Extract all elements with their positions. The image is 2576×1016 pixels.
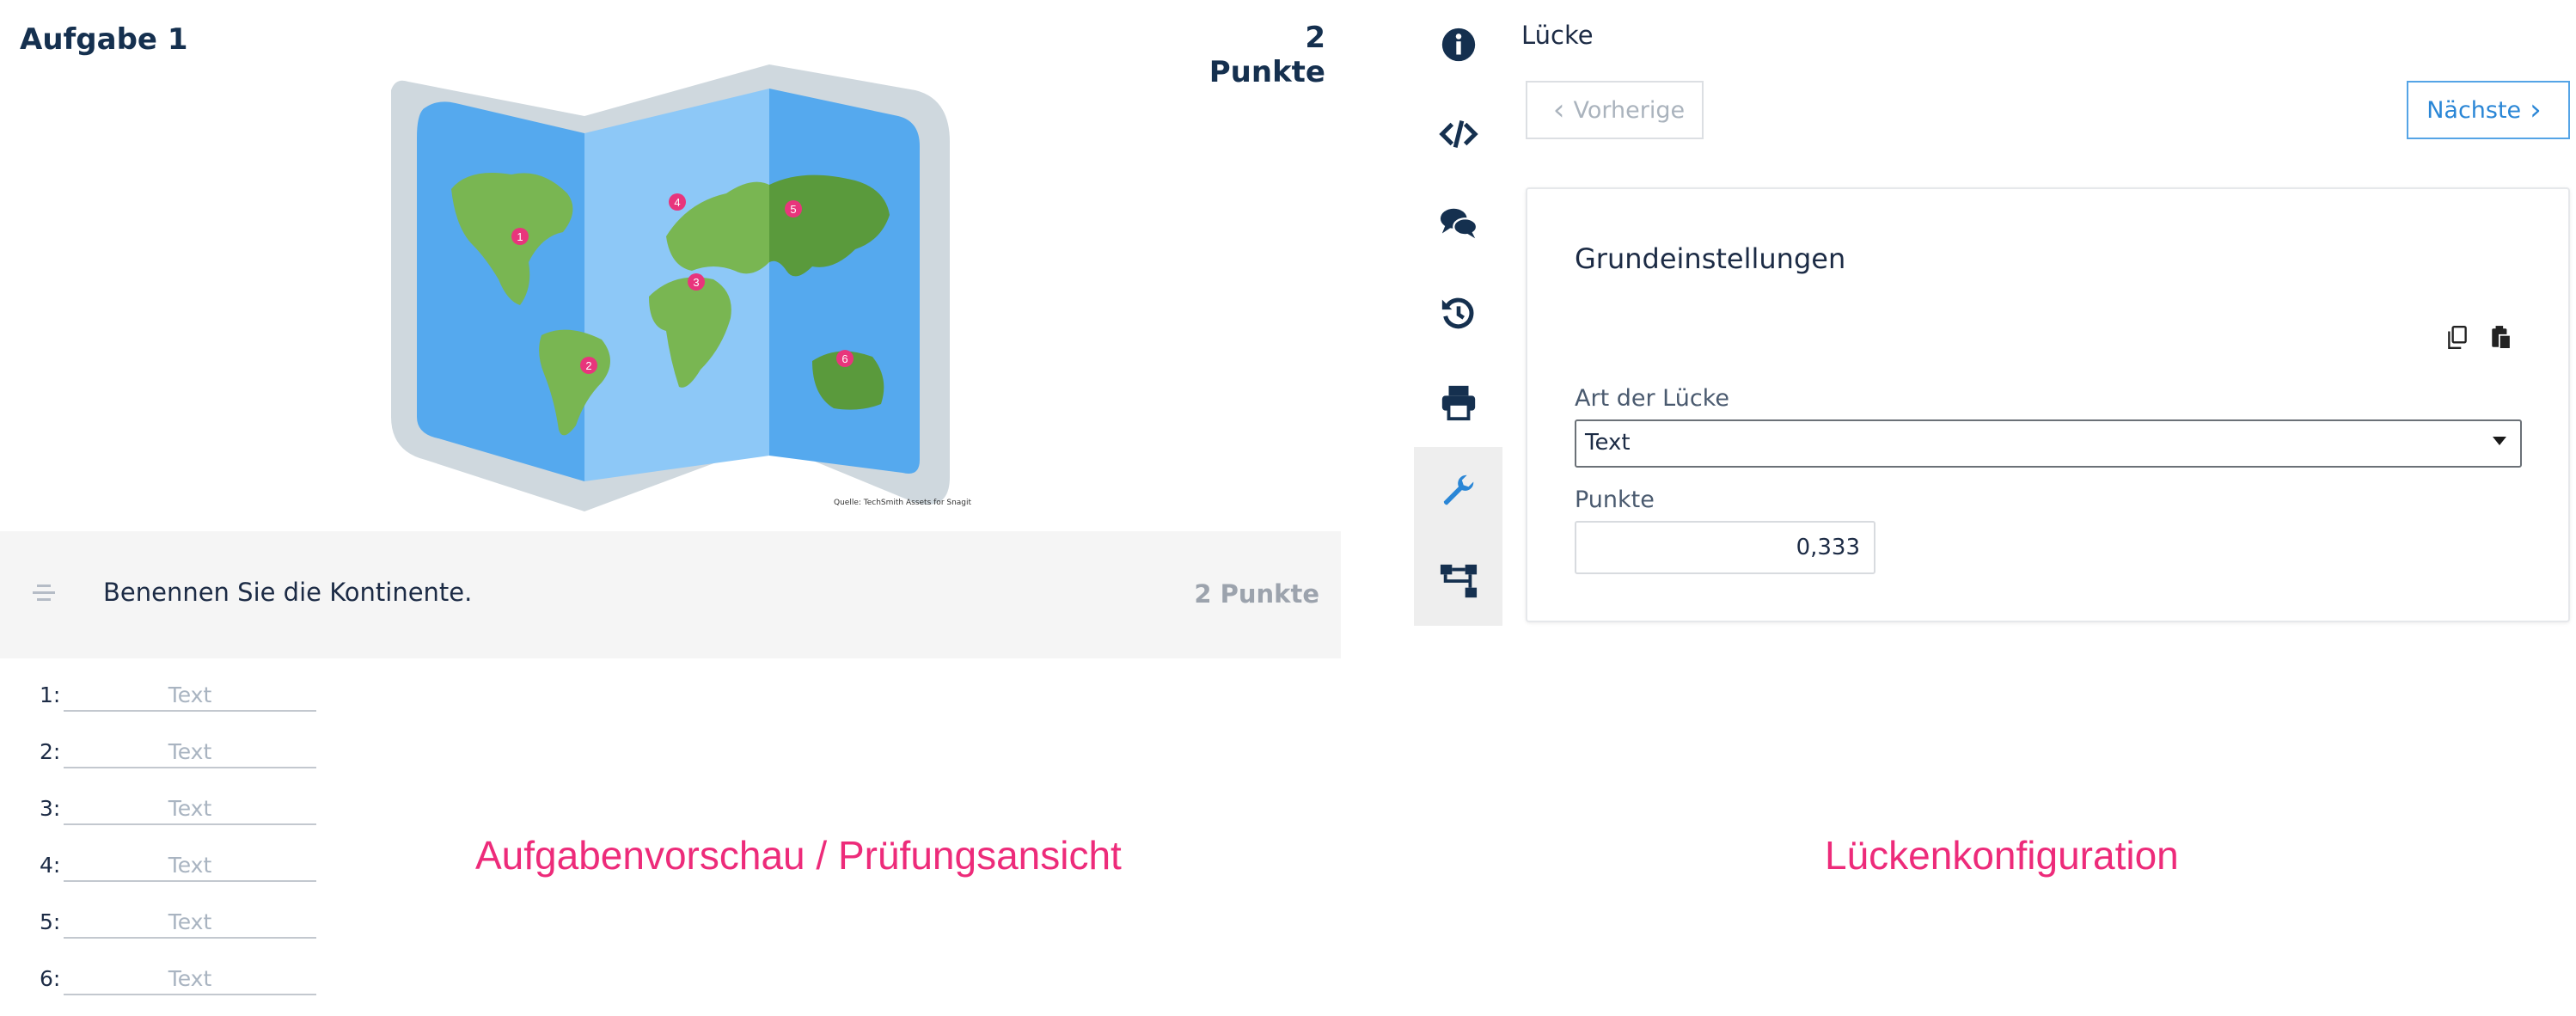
gap-placeholder: Text (168, 796, 212, 821)
gap-input[interactable]: Text (64, 681, 316, 712)
paste-icon[interactable] (2489, 325, 2513, 351)
gap-placeholder: Text (168, 853, 212, 878)
caption-configuration: Lückenkonfiguration (1825, 833, 2179, 878)
next-button[interactable]: Nächste › (2407, 81, 2570, 139)
gap-input[interactable]: Text (64, 794, 316, 825)
sidebar-item-print[interactable] (1414, 358, 1502, 447)
print-icon (1441, 385, 1475, 421)
caption-preview: Aufgabenvorschau / Prüfungsansicht (475, 833, 1122, 878)
gap-number: 3: (40, 796, 61, 821)
gap-placeholder: Text (168, 739, 212, 764)
copy-icon[interactable] (2446, 325, 2469, 351)
sidebar-item-settings[interactable] (1414, 447, 1502, 536)
world-map-image: 1 2 3 4 5 6 (391, 64, 950, 511)
task-title: Aufgabe 1 (20, 22, 188, 57)
previous-button[interactable]: ‹ Vorherige (1526, 81, 1704, 139)
panel-title: Lücke (1521, 21, 1594, 50)
gap-placeholder: Text (168, 682, 212, 707)
gap-type-select[interactable] (1575, 419, 2522, 468)
map-marker: 3 (693, 276, 699, 289)
gap-type-value: Text (1585, 430, 1631, 456)
gap-number: 6: (40, 966, 61, 991)
map-marker: 4 (674, 196, 680, 209)
gap-input[interactable]: Text (64, 851, 316, 882)
map-marker: 2 (585, 359, 591, 372)
image-source-caption: Quelle: TechSmith Assets for Snagit (834, 499, 972, 507)
task-points: 2 Punkte (1208, 21, 1325, 89)
sidebar-item-info[interactable] (1414, 0, 1502, 89)
map-marker: 6 (841, 352, 847, 365)
code-icon (1438, 120, 1478, 148)
gap-number: 4: (40, 853, 61, 878)
caret-down-icon (2493, 437, 2506, 445)
history-icon (1441, 297, 1473, 329)
map-marker: 5 (790, 203, 796, 216)
question-text: Benennen Sie die Kontinente. (103, 578, 473, 607)
sitemap-icon (1440, 564, 1477, 598)
points-value: 0,333 (1796, 535, 1860, 560)
question-points: 2 Punkte (1194, 579, 1319, 609)
gap-type-label: Art der Lücke (1575, 385, 1729, 412)
gap-number: 5: (40, 909, 61, 934)
sidebar-item-history[interactable] (1414, 268, 1502, 358)
next-label: Nächste (2426, 96, 2522, 124)
sidebar-item-code[interactable] (1414, 89, 1502, 179)
gap-number: 2: (40, 739, 61, 764)
gap-input[interactable]: Text (64, 908, 316, 939)
gap-input[interactable]: Text (64, 738, 316, 768)
section-title: Grundeinstellungen (1575, 242, 1846, 275)
sidebar (1414, 0, 1502, 638)
map-marker: 1 (517, 230, 523, 243)
align-center-icon (33, 585, 55, 605)
gap-input[interactable]: Text (64, 964, 316, 995)
comments-icon (1440, 208, 1478, 239)
gap-number: 1: (40, 682, 61, 707)
previous-label: Vorherige (1573, 96, 1686, 124)
wrench-icon (1443, 474, 1473, 505)
points-label: Punkte (1575, 487, 1655, 513)
chevron-right-icon: › (2530, 93, 2542, 127)
sidebar-item-comments[interactable] (1414, 179, 1502, 268)
sidebar-item-structure[interactable] (1414, 536, 1502, 626)
chevron-left-icon: ‹ (1552, 93, 1565, 127)
gap-placeholder: Text (168, 966, 212, 991)
info-icon (1441, 28, 1475, 62)
gap-placeholder: Text (168, 909, 212, 934)
